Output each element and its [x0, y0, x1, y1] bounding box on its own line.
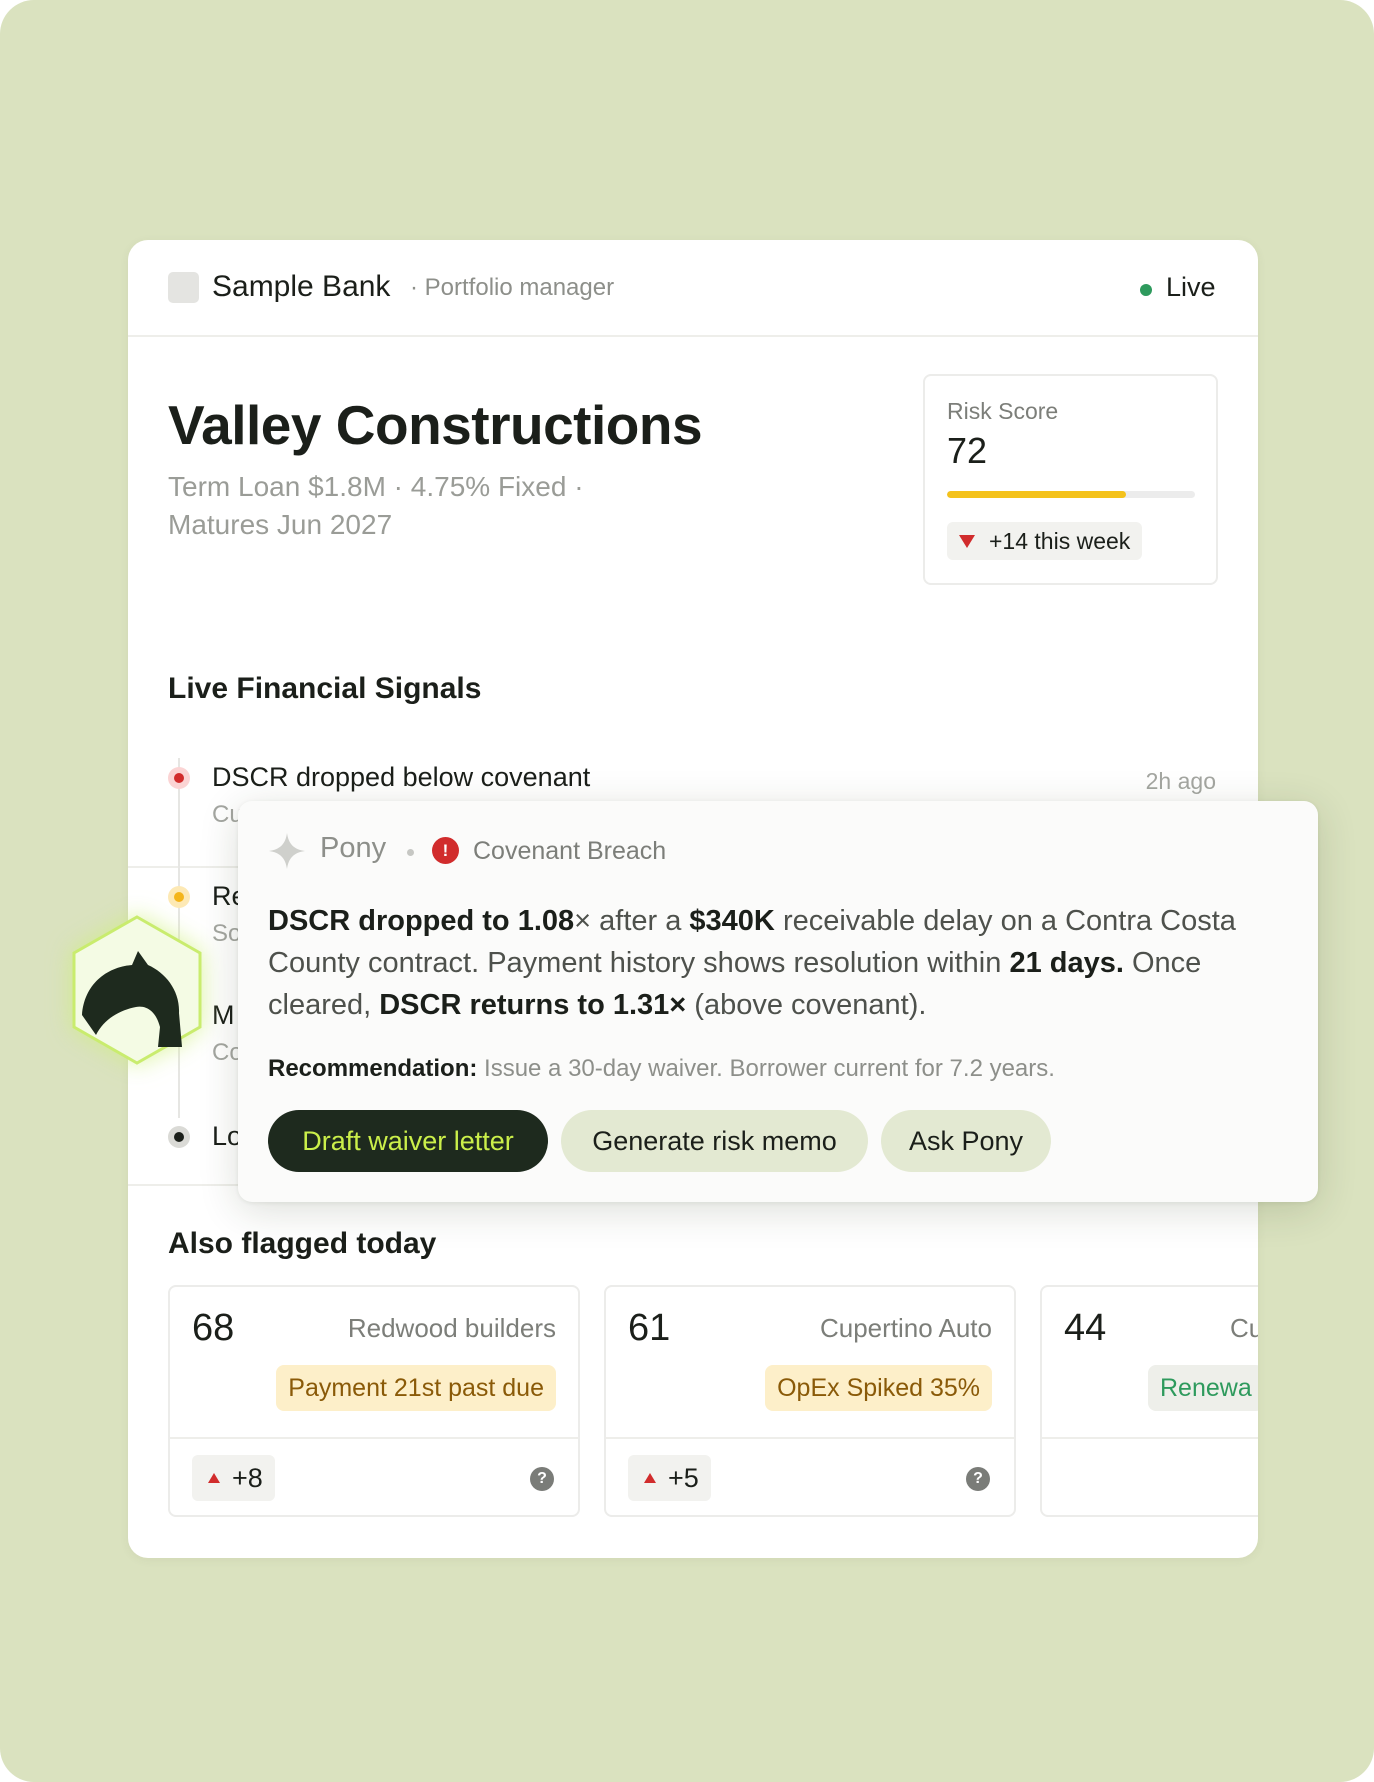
risk-change-text: +14 this week	[989, 528, 1131, 554]
flagged-reason-tag: Payment 21st past due	[276, 1365, 556, 1411]
flagged-score: 68	[192, 1307, 235, 1349]
signal-status-dot	[168, 886, 190, 908]
flagged-delta-text: +5	[668, 1463, 699, 1493]
separator-dot	[407, 849, 414, 856]
flagged-borrower-name: Redwood builders	[347, 1313, 556, 1343]
risk-score-card[interactable]: Risk Score 72 +14 this week	[923, 374, 1218, 585]
flagged-card[interactable]: 61 Cupertino Auto OpEx Spiked 35% +5 ?	[604, 1285, 1016, 1517]
signal-item-title[interactable]: M	[212, 1000, 235, 1031]
insight-text: DSCR dropped to 1.08× after a $340K rece…	[268, 905, 1236, 1021]
horse-logo-icon	[72, 915, 202, 1065]
flagged-card[interactable]: 44 Cu Renewa	[1040, 1285, 1258, 1517]
user-role: · Portfolio manager	[410, 274, 615, 301]
card-divider	[1042, 1437, 1258, 1439]
app-header: Sample Bank · Portfolio manager Live	[128, 240, 1258, 337]
help-icon[interactable]: ?	[966, 1467, 990, 1491]
bank-name: Sample Bank	[212, 270, 391, 303]
generate-risk-memo-button[interactable]: Generate risk memo	[561, 1110, 868, 1172]
flagged-delta-badge: +8	[192, 1455, 275, 1501]
assistant-name: Pony	[320, 832, 387, 864]
loan-details-line2: Matures Jun 2027	[168, 509, 393, 540]
bank-logo	[168, 272, 199, 303]
risk-score-bar	[947, 491, 1195, 498]
alert-icon: !	[432, 837, 459, 864]
flagged-delta-badge: +5	[628, 1455, 711, 1501]
card-divider	[170, 1437, 578, 1439]
flagged-score: 44	[1064, 1307, 1107, 1349]
page-title: Valley Constructions	[168, 394, 703, 456]
recommendation-text: Issue a 30-day waiver. Borrower current …	[477, 1055, 1055, 1082]
triangle-down-icon	[959, 535, 975, 548]
signal-item-title[interactable]: DSCR dropped below covenant	[212, 762, 590, 793]
flagged-reason-tag: Renewa	[1148, 1365, 1258, 1411]
flagged-borrower-name: Cu	[1230, 1313, 1258, 1343]
signals-heading: Live Financial Signals	[168, 672, 482, 705]
loan-details-line1: Term Loan $1.8M · 4.75% Fixed ·	[168, 471, 584, 502]
live-status-label: Live	[1166, 272, 1216, 302]
flagged-delta-text: +8	[232, 1463, 263, 1493]
signal-item-time: 2h ago	[1145, 768, 1216, 794]
signal-status-dot	[168, 1126, 190, 1148]
page-background: Sample Bank · Portfolio manager Live Val…	[0, 0, 1374, 1782]
triangle-up-icon	[644, 1473, 656, 1483]
flagged-heading: Also flagged today	[168, 1227, 437, 1260]
flagged-borrower-name: Cupertino Auto	[819, 1313, 992, 1343]
signal-item-subtitle: So	[212, 920, 242, 947]
triangle-up-icon	[208, 1473, 220, 1483]
risk-change-badge: +14 this week	[947, 522, 1143, 560]
recommendation-label: Recommendation:	[268, 1055, 478, 1082]
recommendation: Recommendation: Issue a 30-day waiver. B…	[268, 1055, 1055, 1083]
sparkle-icon	[269, 833, 305, 869]
draft-waiver-button[interactable]: Draft waiver letter	[268, 1110, 548, 1172]
flagged-card[interactable]: 68 Redwood builders Payment 21st past du…	[168, 1285, 580, 1517]
alert-category: Covenant Breach	[473, 837, 667, 865]
risk-score-label: Risk Score	[947, 398, 1059, 424]
ask-pony-button[interactable]: Ask Pony	[881, 1110, 1051, 1172]
risk-score-bar-fill	[947, 491, 1126, 498]
risk-score-value: 72	[947, 430, 988, 471]
flagged-score: 61	[628, 1307, 671, 1349]
help-icon[interactable]: ?	[530, 1467, 554, 1491]
flagged-reason-tag: OpEx Spiked 35%	[765, 1365, 992, 1411]
pony-insight-popup: Pony ! Covenant Breach DSCR dropped to 1…	[238, 801, 1318, 1202]
card-divider	[606, 1437, 1014, 1439]
live-status-dot	[1140, 284, 1152, 296]
signal-status-dot	[168, 767, 190, 789]
